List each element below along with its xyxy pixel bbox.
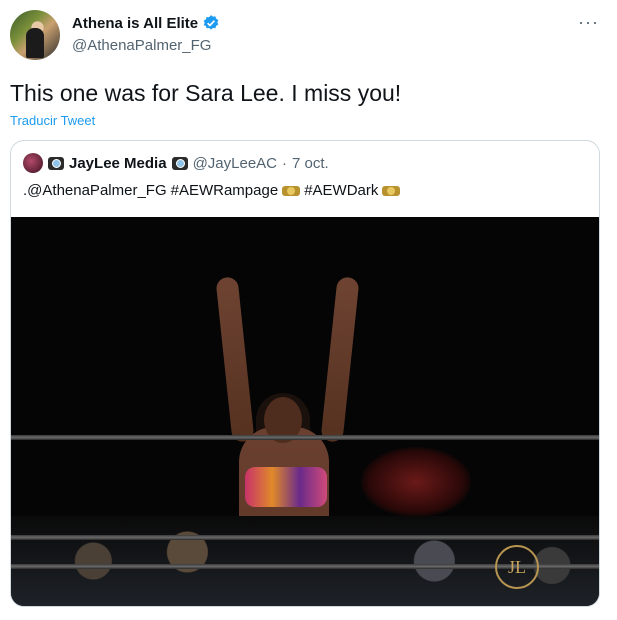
ring-rope-top <box>11 435 599 440</box>
author-handle[interactable]: @AthenaPalmer_FG <box>72 37 211 54</box>
more-options-icon[interactable]: ··· <box>578 12 599 33</box>
quoted-avatar[interactable] <box>23 153 43 173</box>
author-display-name[interactable]: Athena is All Elite <box>72 15 198 32</box>
ring-rope-middle <box>11 535 599 540</box>
quoted-header: JayLee Media @JayLeeAC · 7 oct. <box>23 153 329 173</box>
wrestler-right-arm <box>320 276 360 443</box>
tweet-text: This one was for Sara Lee. I miss you! <box>10 80 402 106</box>
separator-dot: · <box>282 154 287 172</box>
quoted-photo[interactable]: JL <box>11 217 599 606</box>
quoted-tweet[interactable]: JayLee Media @JayLeeAC · 7 oct. .@Athena… <box>10 140 600 607</box>
quoted-handle[interactable]: @JayLeeAC <box>193 155 277 172</box>
author-avatar[interactable] <box>10 10 60 60</box>
belt-icon <box>282 185 301 196</box>
wrestler-left-arm <box>215 276 255 443</box>
wrestler-top <box>245 467 327 507</box>
hashtag-aewrampage[interactable]: #AEWRampage <box>171 182 279 199</box>
translate-tweet-link[interactable]: Traducir Tweet <box>10 113 95 128</box>
quoted-display-name[interactable]: JayLee Media <box>69 155 167 172</box>
quoted-mention[interactable]: .@AthenaPalmer_FG <box>23 182 167 199</box>
verified-badge-icon <box>203 15 219 30</box>
quoted-date[interactable]: 7 oct. <box>292 155 329 172</box>
camera-icon <box>48 156 64 170</box>
tweet: Athena is All Elite @AthenaPalmer_FG ···… <box>0 0 617 620</box>
jl-watermark-logo: JL <box>495 545 539 589</box>
hashtag-aewdark[interactable]: #AEWDark <box>304 182 378 199</box>
author-name-row: Athena is All Elite <box>72 14 220 32</box>
belt-icon <box>382 185 401 196</box>
background-light <box>361 447 471 517</box>
camera-icon <box>171 156 188 170</box>
quoted-text: .@AthenaPalmer_FG #AEWRampage #AEWDark <box>23 182 401 199</box>
